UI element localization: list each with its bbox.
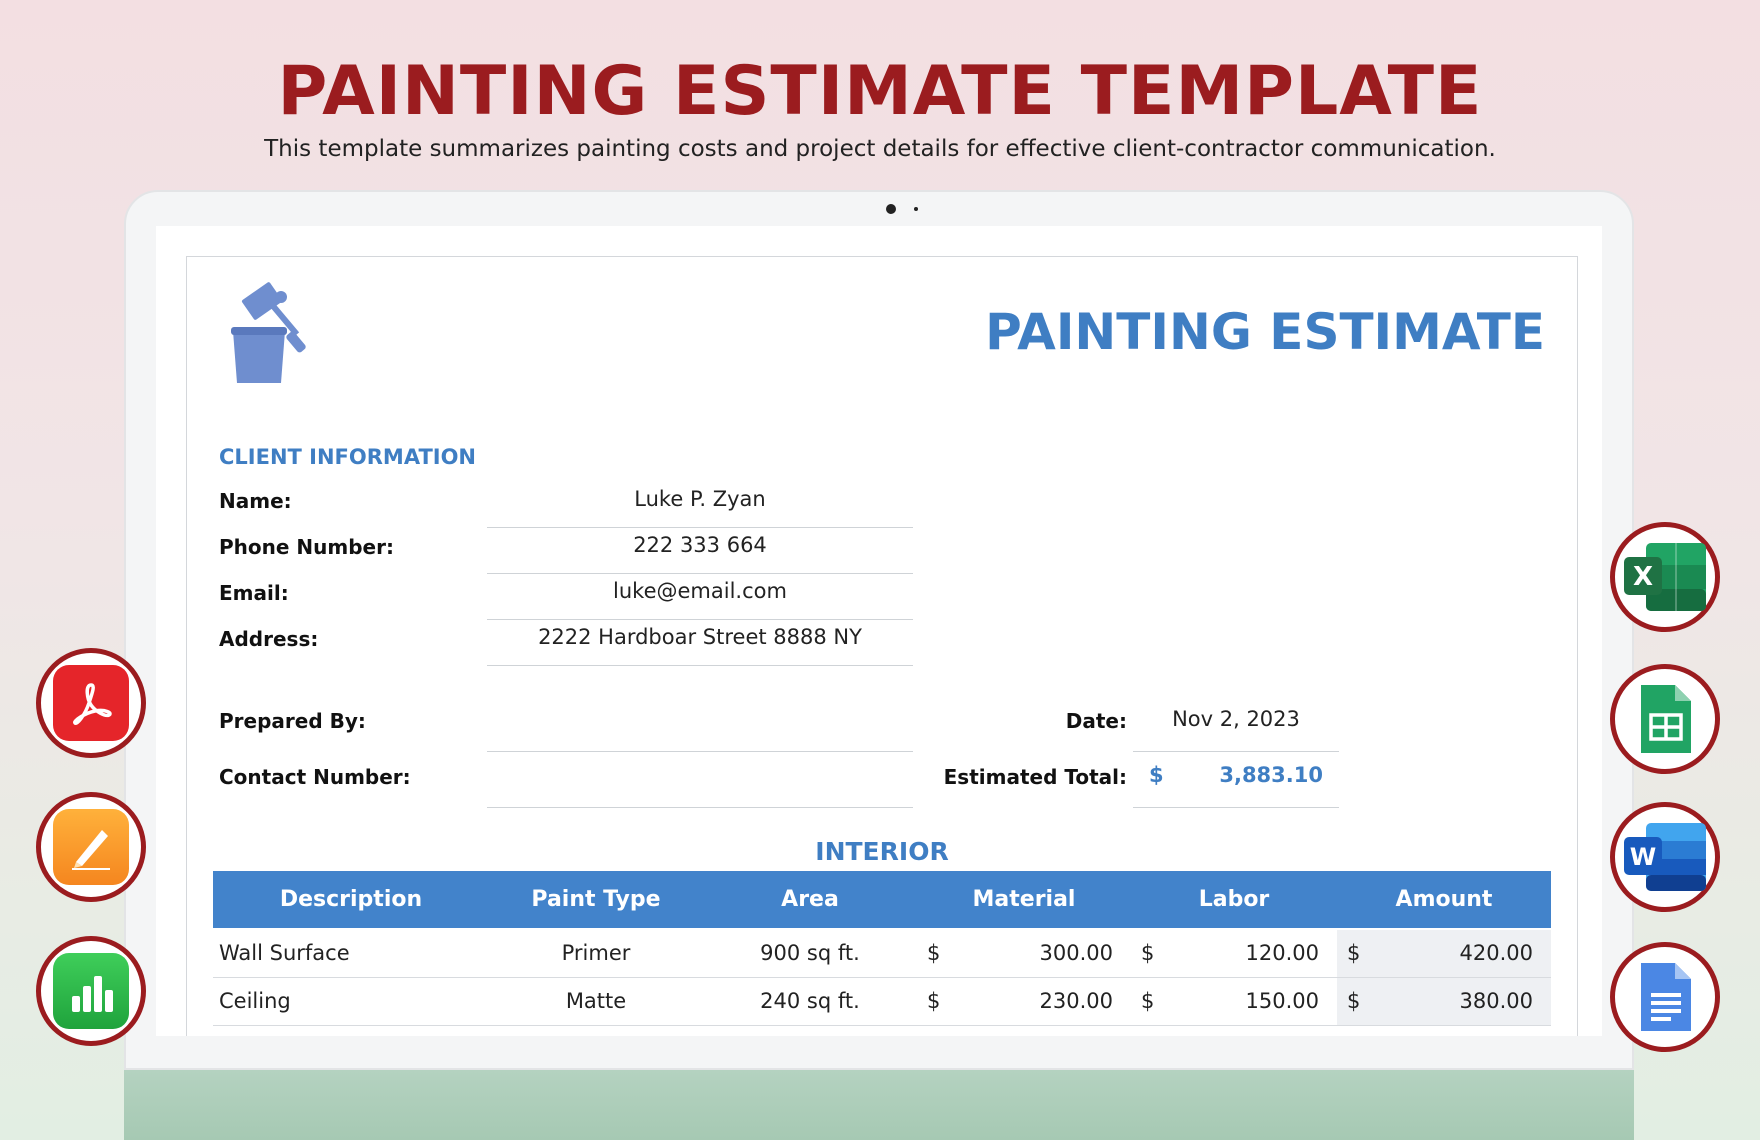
- laptop-frame: PAINTING ESTIMATE CLIENT INFORMATION Nam…: [124, 190, 1634, 1070]
- interior-section-title: INTERIOR: [815, 837, 949, 866]
- docs-icon: [1641, 963, 1691, 1031]
- interior-table: Description Paint Type Area Material Lab…: [213, 871, 1551, 1026]
- estimate-document: PAINTING ESTIMATE CLIENT INFORMATION Nam…: [186, 256, 1578, 1036]
- pdf-badge[interactable]: [36, 648, 146, 758]
- phone-value[interactable]: 222 333 664: [487, 533, 913, 557]
- col-description: Description: [213, 871, 489, 930]
- excel-badge[interactable]: X: [1610, 522, 1720, 632]
- row-paint-type[interactable]: Matte: [489, 977, 703, 1026]
- total-underline: [1133, 807, 1339, 808]
- sheets-badge[interactable]: [1610, 664, 1720, 774]
- row-labor-currency: $: [1131, 977, 1171, 1026]
- row-labor[interactable]: 150.00: [1171, 977, 1337, 1026]
- row-labor[interactable]: 120.00: [1171, 929, 1337, 978]
- contact-label: Contact Number:: [219, 765, 411, 789]
- col-paint-type: Paint Type: [489, 871, 703, 930]
- total-label: Estimated Total:: [943, 765, 1127, 789]
- row-labor-currency: $: [1131, 929, 1171, 978]
- docs-badge[interactable]: [1610, 942, 1720, 1052]
- laptop-base: [124, 1070, 1634, 1140]
- row-material[interactable]: 300.00: [957, 929, 1131, 978]
- laptop-screen: PAINTING ESTIMATE CLIENT INFORMATION Nam…: [156, 226, 1602, 1036]
- address-label: Address:: [219, 627, 319, 651]
- row-amount: 380.00: [1377, 977, 1551, 1026]
- name-underline: [487, 527, 913, 528]
- excel-icon: X: [1624, 543, 1706, 611]
- date-underline: [1133, 751, 1339, 752]
- numbers-icon: [53, 953, 129, 1029]
- pages-icon: [53, 809, 129, 885]
- svg-text:W: W: [1630, 843, 1656, 871]
- date-label: Date:: [1065, 709, 1127, 733]
- row-amount-currency: $: [1337, 929, 1377, 978]
- col-material: Material: [917, 871, 1131, 930]
- prepared-by-label: Prepared By:: [219, 709, 366, 733]
- contact-underline: [487, 807, 913, 808]
- phone-underline: [487, 573, 913, 574]
- table-row[interactable]: Ceiling Matte 240 sq ft. $ 230.00 $ 150.…: [213, 977, 1551, 1026]
- phone-label: Phone Number:: [219, 535, 394, 559]
- svg-text:X: X: [1633, 562, 1653, 592]
- total-value: 3,883.10: [1219, 763, 1323, 787]
- camera-dot-small: [914, 207, 918, 211]
- hero-title: PAINTING ESTIMATE TEMPLATE: [277, 52, 1483, 131]
- address-underline: [487, 665, 913, 666]
- sheets-icon: [1641, 685, 1691, 753]
- row-material[interactable]: 230.00: [957, 977, 1131, 1026]
- row-area[interactable]: 240 sq ft.: [703, 977, 917, 1026]
- pdf-icon: [53, 665, 129, 741]
- name-value[interactable]: Luke P. Zyan: [487, 487, 913, 511]
- col-amount: Amount: [1337, 871, 1551, 930]
- row-amount-currency: $: [1337, 977, 1377, 1026]
- pages-badge[interactable]: [36, 792, 146, 902]
- word-icon: W: [1624, 823, 1706, 891]
- row-amount: 420.00: [1377, 929, 1551, 978]
- camera-dot: [886, 204, 896, 214]
- row-paint-type[interactable]: Primer: [489, 929, 703, 978]
- col-area: Area: [703, 871, 917, 930]
- client-section-heading: CLIENT INFORMATION: [219, 445, 477, 469]
- date-value[interactable]: Nov 2, 2023: [1133, 707, 1339, 731]
- row-description[interactable]: Wall Surface: [213, 929, 489, 978]
- hero-subtitle: This template summarizes painting costs …: [264, 136, 1496, 162]
- row-description[interactable]: Ceiling: [213, 977, 489, 1026]
- table-row[interactable]: Wall Surface Primer 900 sq ft. $ 300.00 …: [213, 929, 1551, 978]
- prepared-by-underline: [487, 751, 913, 752]
- row-material-currency: $: [917, 929, 957, 978]
- numbers-badge[interactable]: [36, 936, 146, 1046]
- name-label: Name:: [219, 489, 292, 513]
- email-label: Email:: [219, 581, 289, 605]
- col-labor: Labor: [1131, 871, 1337, 930]
- word-badge[interactable]: W: [1610, 802, 1720, 912]
- email-value[interactable]: luke@email.com: [487, 579, 913, 603]
- email-underline: [487, 619, 913, 620]
- document-title: PAINTING ESTIMATE: [985, 303, 1545, 361]
- row-area[interactable]: 900 sq ft.: [703, 929, 917, 978]
- table-header-row: Description Paint Type Area Material Lab…: [213, 871, 1551, 930]
- paint-bucket-icon: [231, 282, 306, 383]
- row-material-currency: $: [917, 977, 957, 1026]
- address-value[interactable]: 2222 Hardboar Street 8888 NY: [487, 625, 913, 649]
- total-currency: $: [1149, 763, 1164, 787]
